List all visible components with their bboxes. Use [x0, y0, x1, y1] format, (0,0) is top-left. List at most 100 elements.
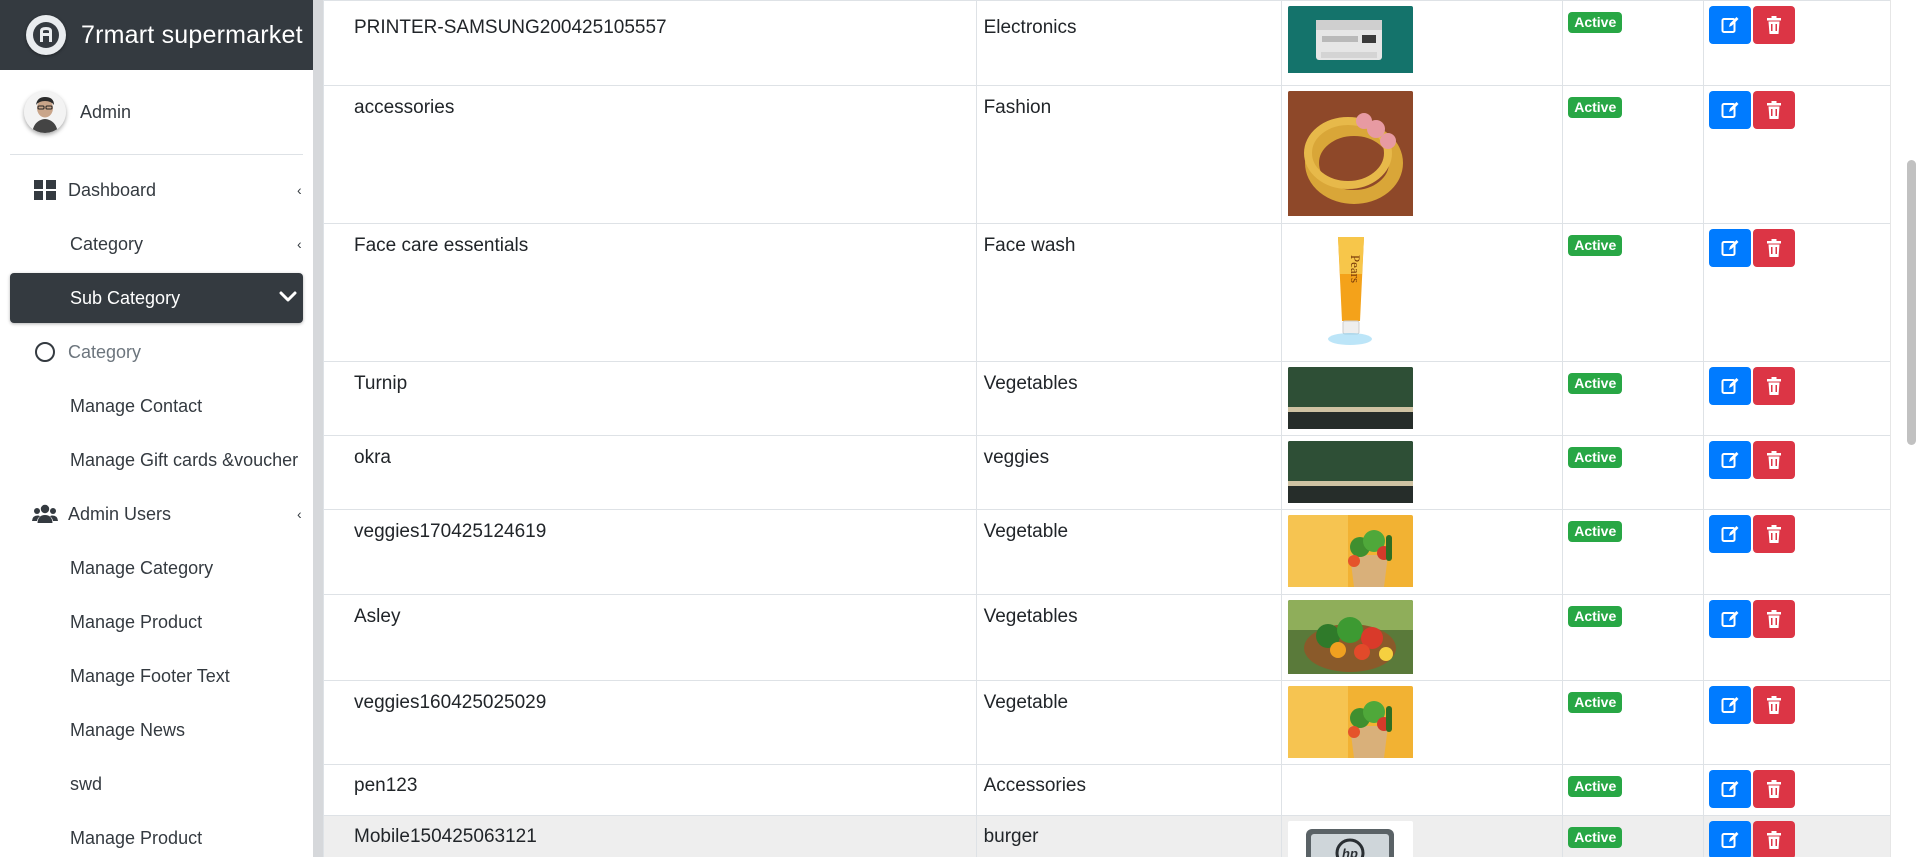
- table-row: PRINTER-SAMSUNG200425105557 Electronics …: [323, 0, 1890, 86]
- edit-button[interactable]: [1709, 229, 1752, 267]
- sidebar-item-manage-footer-text[interactable]: Manage Footer Text: [10, 651, 303, 701]
- row-name: PRINTER-SAMSUNG200425105557: [323, 0, 977, 86]
- status-badge[interactable]: Active: [1568, 235, 1623, 257]
- scrollbar-thumb[interactable]: [1907, 160, 1916, 445]
- sidebar-item-manage-contact[interactable]: Manage Contact: [10, 381, 303, 431]
- veggie-bag-thumbnail: [1288, 515, 1414, 593]
- row-image-cell: [1281, 435, 1564, 510]
- edit-icon: [1721, 781, 1739, 797]
- status-badge[interactable]: Active: [1568, 692, 1623, 714]
- table-row: okra veggies Active: [323, 435, 1890, 510]
- sidebar-item-category[interactable]: Category ‹: [10, 219, 303, 269]
- delete-button[interactable]: [1753, 600, 1796, 638]
- svg-text:hp: hp: [1342, 846, 1358, 857]
- sidebar-divider: [313, 0, 323, 857]
- row-status-cell: Active: [1562, 435, 1705, 510]
- row-actions: [1703, 223, 1890, 362]
- svg-text:Pears: Pears: [1348, 255, 1363, 283]
- delete-button[interactable]: [1753, 821, 1796, 857]
- sidebar-item-manage-news[interactable]: Manage News: [10, 705, 303, 755]
- user-panel[interactable]: Admin: [10, 70, 303, 155]
- table-row: Turnip Vegetables Active: [323, 361, 1890, 436]
- row-name: okra: [323, 435, 977, 510]
- edit-button[interactable]: [1709, 686, 1752, 724]
- row-status-cell: Active: [1562, 361, 1705, 436]
- delete-button[interactable]: [1753, 441, 1796, 479]
- sidebar-item-sub-category[interactable]: Sub Category: [10, 273, 303, 323]
- status-badge[interactable]: Active: [1568, 521, 1623, 543]
- delete-button[interactable]: [1753, 229, 1796, 267]
- sidebar-item-label: Sub Category: [70, 287, 181, 308]
- sidebar-item-category-sub[interactable]: Category: [10, 327, 303, 377]
- edit-button[interactable]: [1709, 441, 1752, 479]
- edit-button[interactable]: [1709, 6, 1752, 44]
- status-badge[interactable]: Active: [1568, 827, 1623, 849]
- sidebar-item-dashboard[interactable]: Dashboard ‹: [10, 165, 303, 215]
- trash-icon: [1767, 780, 1782, 798]
- delete-button[interactable]: [1753, 686, 1796, 724]
- status-badge[interactable]: Active: [1568, 12, 1623, 34]
- page-scrollbar[interactable]: [1890, 0, 1920, 857]
- row-category: Vegetables: [975, 361, 1283, 436]
- sidebar-item-label: Manage Product: [70, 827, 203, 848]
- row-name: Turnip: [323, 361, 977, 436]
- sidebar-item-swd[interactable]: swd: [10, 759, 303, 809]
- sidebar-item-label: Admin Users: [68, 503, 172, 524]
- board-thumbnail: [1288, 367, 1414, 435]
- status-badge[interactable]: Active: [1568, 373, 1623, 395]
- sidebar-item-label: Manage Product: [70, 611, 203, 632]
- row-image-cell: [1281, 594, 1564, 681]
- edit-icon: [1721, 611, 1739, 627]
- delete-button[interactable]: [1753, 770, 1796, 808]
- chevron-left-icon: ‹: [297, 182, 302, 196]
- row-category: Vegetable: [975, 680, 1283, 765]
- sidebar-item-manage-product-2[interactable]: Manage Product: [10, 813, 303, 857]
- row-image-cell: [1281, 764, 1564, 816]
- edit-icon: [1721, 452, 1739, 468]
- edit-button[interactable]: [1709, 600, 1752, 638]
- brand-name: 7rmart supermarket: [81, 20, 303, 49]
- edit-button[interactable]: [1709, 367, 1752, 405]
- row-status-cell: Active: [1562, 223, 1705, 362]
- sidebar-item-admin-users[interactable]: Admin Users ‹: [10, 489, 303, 539]
- sidebar-item-label: Category: [68, 341, 142, 362]
- delete-button[interactable]: [1753, 515, 1796, 553]
- brand-link[interactable]: 7rmart supermarket: [0, 0, 313, 70]
- row-name: veggies170425124619: [323, 509, 977, 595]
- sub-category-table-container: PRINTER-SAMSUNG200425105557 Electronics …: [323, 0, 1890, 857]
- trash-icon: [1767, 525, 1782, 543]
- row-actions: [1703, 594, 1890, 681]
- edit-button[interactable]: [1709, 821, 1752, 857]
- table-row: accessories Fashion Active: [323, 85, 1890, 224]
- status-badge[interactable]: Active: [1568, 776, 1623, 798]
- chevron-left-icon: ‹: [297, 236, 302, 250]
- sidebar-item-manage-category[interactable]: Manage Category: [10, 543, 303, 593]
- edit-icon: [1721, 17, 1739, 33]
- chevron-down-icon: [279, 288, 297, 309]
- edit-button[interactable]: [1709, 515, 1752, 553]
- row-name: Asley: [323, 594, 977, 681]
- edit-button[interactable]: [1709, 770, 1752, 808]
- edit-icon: [1721, 832, 1739, 848]
- sidebar-item-manage-gift-cards[interactable]: Manage Gift cards &voucher: [10, 435, 303, 485]
- row-image-cell: [1281, 0, 1564, 86]
- delete-button[interactable]: [1753, 367, 1796, 405]
- delete-button[interactable]: [1753, 6, 1796, 44]
- delete-button[interactable]: [1753, 91, 1796, 129]
- status-badge[interactable]: Active: [1568, 606, 1623, 628]
- status-badge[interactable]: Active: [1568, 447, 1623, 469]
- edit-icon: [1721, 526, 1739, 542]
- sidebar-item-label: Manage Gift cards &voucher: [70, 449, 299, 470]
- sidebar-item-manage-product[interactable]: Manage Product: [10, 597, 303, 647]
- user-avatar: [24, 91, 66, 133]
- row-actions: [1703, 509, 1890, 595]
- row-status-cell: Active: [1562, 680, 1705, 765]
- status-badge[interactable]: Active: [1568, 97, 1623, 119]
- edit-button[interactable]: [1709, 91, 1752, 129]
- trash-icon: [1767, 16, 1782, 34]
- trash-icon: [1767, 239, 1782, 257]
- dashboard-grid-icon: [32, 177, 58, 203]
- trash-icon: [1767, 377, 1782, 395]
- sidebar-item-label: Manage Category: [70, 557, 214, 578]
- edit-icon: [1721, 378, 1739, 394]
